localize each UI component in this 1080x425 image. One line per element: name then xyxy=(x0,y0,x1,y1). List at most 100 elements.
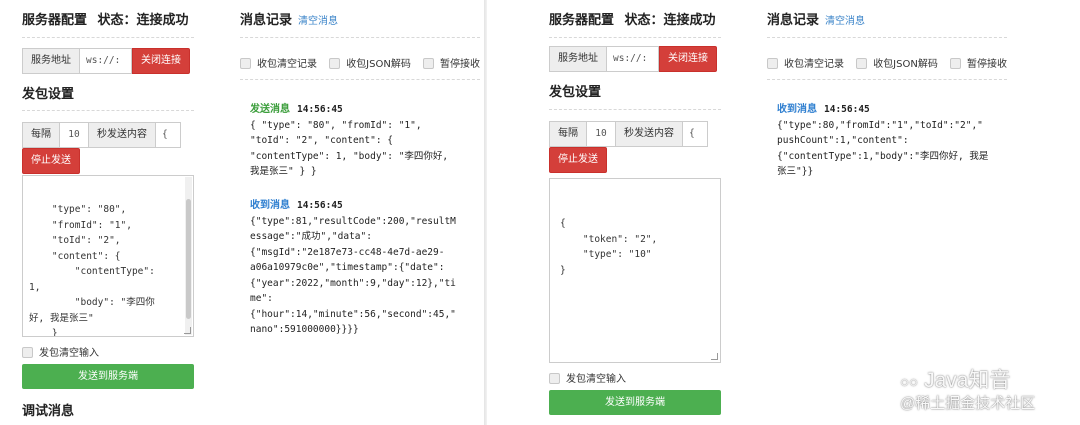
checkbox[interactable] xyxy=(240,58,251,69)
text-line: 好, 我是张三" xyxy=(29,312,94,324)
checkbox[interactable] xyxy=(329,58,341,69)
checkbox[interactable] xyxy=(856,58,868,69)
connection-status: 状态：连接成功 xyxy=(624,13,716,28)
divider xyxy=(22,37,194,38)
log-title: 消息记录 xyxy=(767,13,820,28)
message-body-line: {"year":2022,"month":9,"day":12},"ti xyxy=(250,277,456,289)
clear-input-row[interactable]: 发包清空输入 xyxy=(22,344,99,359)
log-title: 消息记录 xyxy=(240,13,293,28)
option-clear-on-receive[interactable]: 收包清空记录 xyxy=(767,58,844,70)
message-entry: 发送消息 14:56:45 { "type": "80", "fromId": "1… xyxy=(250,102,448,180)
server-address-group: 服务地址 ws://: 关闭连接 xyxy=(22,48,190,74)
text-line: 1, xyxy=(29,281,41,293)
interval-content-input[interactable]: { xyxy=(156,122,181,148)
message-body-line: {"msgId":"2e187e73-cc48-4e7d-ae29- xyxy=(250,246,445,258)
checkbox[interactable] xyxy=(767,58,778,69)
divider xyxy=(767,79,1007,80)
message-body-line: {"type":81,"resultCode":200,"resultM xyxy=(250,215,456,227)
message-body-line: "contentType": 1, "body": "李四你好, xyxy=(250,150,449,162)
option-clear-on-receive[interactable]: 收包清空记录 xyxy=(240,58,317,70)
message-body-line: { "type": "80", "fromId": "1", xyxy=(250,119,422,131)
log-options: 收包清空记录 收包JSON解码 暂停接收 xyxy=(767,55,1016,70)
interval-label: 每隔 xyxy=(549,121,587,147)
divider xyxy=(240,79,480,80)
interval-unit-label: 秒发送内容 xyxy=(616,121,683,147)
clear-input-label: 发包清空输入 xyxy=(39,348,99,359)
log-header: 消息记录 清空消息 xyxy=(767,9,865,28)
message-type-tag: 收到消息 xyxy=(250,200,290,211)
message-body-line: me": xyxy=(250,293,273,304)
log-options: 收包清空记录 收包JSON解码 暂停接收 xyxy=(240,55,484,70)
watermark-title: ○○ Java知音 xyxy=(900,369,1011,392)
send-to-server-button[interactable]: 发送到服务端 xyxy=(22,364,194,389)
config-title: 服务器配置 xyxy=(549,13,615,28)
server-address-label: 服务地址 xyxy=(549,46,607,72)
payload-text: "type": "80", "fromId": "1", "toId": "2"… xyxy=(29,202,187,337)
option-pause-receive[interactable]: 暂停接收 xyxy=(423,58,480,70)
text-line: "type": "10" xyxy=(560,249,652,260)
message-body-line: "toId": "2", "content": { xyxy=(250,135,393,146)
option-pause-receive[interactable]: 暂停接收 xyxy=(950,58,1007,70)
message-timestamp: 14:56:45 xyxy=(824,104,870,115)
text-line: "toId": "2", xyxy=(29,235,121,246)
clear-input-row[interactable]: 发包清空输入 xyxy=(549,370,626,385)
text-line: } xyxy=(560,264,566,276)
left-window: 服务器配置 状态：连接成功 服务地址 ws://: 关闭连接 发包设置 每隔 1… xyxy=(0,0,484,425)
resize-handle[interactable] xyxy=(184,327,191,334)
message-body-line: {"type":80,"fromId":"1","toId":"2"," xyxy=(777,119,983,131)
interval-input[interactable]: 10 xyxy=(60,122,89,148)
interval-label: 每隔 xyxy=(22,122,60,148)
message-body-line: {"hour":14,"minute":56,"second":45," xyxy=(250,308,456,320)
config-title: 服务器配置 xyxy=(22,13,88,28)
server-address-input[interactable]: ws://: xyxy=(80,48,132,74)
send-to-server-button[interactable]: 发送到服务端 xyxy=(549,390,721,415)
message-header: 收到消息 14:56:45 xyxy=(777,102,988,118)
text-line: "body": "李四你 xyxy=(29,297,155,308)
checkbox[interactable] xyxy=(423,58,435,69)
payload-textarea[interactable]: { "token": "2", "type": "10"} xyxy=(549,178,721,363)
chat-bubble-icon: ○○ xyxy=(900,374,919,391)
text-line: } xyxy=(29,328,58,337)
text-line: "type": "80", xyxy=(29,204,127,215)
disconnect-button[interactable]: 关闭连接 xyxy=(659,46,717,72)
checkbox[interactable] xyxy=(950,58,962,69)
divider xyxy=(549,109,721,110)
stop-sending-button[interactable]: 停止发送 xyxy=(22,148,80,174)
text-line: "fromId": "1", xyxy=(29,219,132,231)
clear-log-link[interactable]: 清空消息 xyxy=(298,16,338,27)
divider xyxy=(549,37,721,38)
option-json-decode[interactable]: 收包JSON解码 xyxy=(856,58,938,70)
message-header: 收到消息 14:56:45 xyxy=(250,198,456,214)
textarea-scrollbar[interactable] xyxy=(185,177,192,335)
clear-input-checkbox[interactable] xyxy=(22,347,33,358)
payload-textarea[interactable]: "type": "80", "fromId": "1", "toId": "2"… xyxy=(22,175,194,337)
interval-input[interactable]: 10 xyxy=(587,121,616,147)
interval-unit-label: 秒发送内容 xyxy=(89,122,156,148)
debug-title: 调试消息 xyxy=(22,404,75,419)
message-type-tag: 收到消息 xyxy=(777,104,817,115)
message-type-tag: 发送消息 xyxy=(250,104,290,115)
send-settings-title: 发包设置 xyxy=(22,87,75,102)
resize-handle[interactable] xyxy=(711,353,718,360)
config-header: 服务器配置 状态：连接成功 xyxy=(549,9,716,28)
log-header: 消息记录 清空消息 xyxy=(240,9,338,28)
server-address-input[interactable]: ws://: xyxy=(607,46,659,72)
message-body-line: nano":591000000}}}} xyxy=(250,324,359,335)
watermark-subtitle: @稀土掘金技术社区 xyxy=(900,395,1036,412)
clear-input-checkbox[interactable] xyxy=(549,373,560,384)
interval-content-input[interactable]: { xyxy=(683,121,708,147)
message-entry: 收到消息 14:56:45 {"type":81,"resultCode":200,… xyxy=(250,198,456,338)
message-body-line: essage":"成功","data": xyxy=(250,231,372,242)
text-line: { xyxy=(560,218,566,229)
scrollbar-thumb[interactable] xyxy=(186,199,191,319)
right-window: 服务器配置 状态：连接成功 服务地址 ws://: 关闭连接 发包设置 每隔 1… xyxy=(487,0,1080,425)
stop-sending-button[interactable]: 停止发送 xyxy=(549,147,607,173)
interval-group: 每隔 10 秒发送内容 { xyxy=(22,122,181,148)
server-address-group: 服务地址 ws://: 关闭连接 xyxy=(549,46,717,72)
message-entry: 收到消息 14:56:45 {"type":80,"fromId":"1","toI… xyxy=(777,102,988,180)
clear-log-link[interactable]: 清空消息 xyxy=(825,16,865,27)
text-line: "token": "2", xyxy=(560,233,658,245)
option-json-decode[interactable]: 收包JSON解码 xyxy=(329,58,411,70)
payload-text: { "token": "2", "type": "10"} xyxy=(560,216,710,278)
disconnect-button[interactable]: 关闭连接 xyxy=(132,48,190,74)
